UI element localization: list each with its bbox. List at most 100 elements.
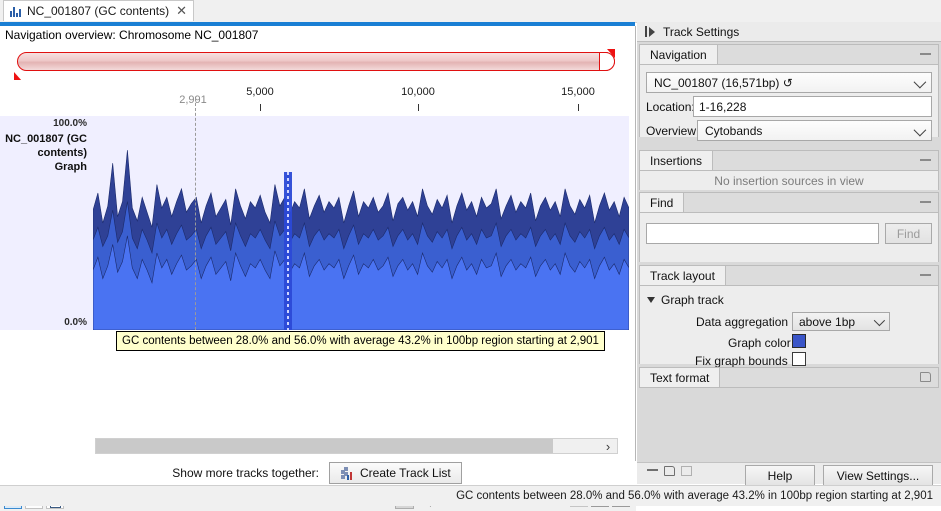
graph-track-title: NC_001807 (GC contents) Graph — [0, 132, 87, 174]
cursor-guide-line — [195, 98, 196, 330]
graph-axis-area: 100.0% NC_001807 (GC contents) Graph 0.0… — [0, 116, 93, 330]
graph-color-label: Graph color — [728, 336, 791, 350]
create-track-list-row: Show more tracks together: Create Track … — [0, 460, 634, 486]
expand-panel-icon[interactable] — [645, 26, 647, 37]
location-input[interactable]: 1-16,228 — [693, 96, 932, 117]
tab-strip: NC_001807 (GC contents) ✕ — [0, 0, 941, 23]
minimize-icon[interactable] — [920, 274, 931, 276]
cursor-dashed-marker — [287, 172, 289, 330]
graph-axis-max-label: 100.0% — [53, 118, 87, 129]
create-track-list-button[interactable]: Create Track List — [329, 462, 462, 484]
fix-graph-bounds-checkbox[interactable] — [792, 352, 806, 366]
chromosome-overview[interactable] — [0, 48, 634, 78]
graph-track-panel: 100.0% NC_001807 (GC contents) Graph 0.0… — [0, 116, 629, 330]
data-aggregation-value: above 1bp — [799, 315, 855, 329]
track-settings-header: Track Settings — [637, 22, 941, 42]
chromosome-select[interactable]: NC_001807 (16,571bp) ↺ — [646, 72, 932, 93]
horizontal-scrollbar-thumb[interactable] — [96, 439, 553, 453]
minimize-icon[interactable] — [920, 53, 931, 55]
create-track-list-button-label: Create Track List — [360, 466, 451, 480]
status-bar: GC contents between 28.0% and 56.0% with… — [0, 485, 941, 506]
show-more-tracks-label: Show more tracks together: — [172, 466, 319, 480]
selection-marker-right-icon[interactable] — [607, 49, 615, 58]
overview-select[interactable]: Cytobands — [697, 120, 932, 141]
section-navigation-title: Navigation — [640, 45, 718, 64]
minimize-icon[interactable] — [920, 201, 931, 203]
section-find-header[interactable]: Find — [640, 193, 938, 213]
triangle-down-icon — [647, 297, 655, 303]
fix-graph-bounds-label: Fix graph bounds — [695, 354, 788, 368]
section-find-title: Find — [640, 193, 684, 212]
section-insertions-title: Insertions — [640, 151, 713, 170]
track-list-icon — [340, 467, 354, 480]
gc-content-plot[interactable] — [93, 116, 629, 330]
help-button[interactable]: Help — [745, 465, 815, 486]
graph-track-group-toggle[interactable]: Graph track — [647, 293, 724, 307]
section-text-format-header[interactable]: Text format — [640, 368, 938, 388]
tab-label: NC_001807 (GC contents) — [27, 4, 169, 18]
chevron-down-icon — [874, 315, 885, 326]
section-navigation-header[interactable]: Navigation — [640, 45, 938, 65]
chevron-down-icon — [914, 76, 927, 89]
section-track-layout-title: Track layout — [640, 266, 726, 285]
cursor-position-label: 2,991 — [179, 94, 207, 106]
horizontal-scrollbar[interactable] — [95, 438, 618, 454]
graph-track-title-line2: contents) — [0, 146, 87, 160]
tab-nc001807-gc-contents[interactable]: NC_001807 (GC contents) ✕ — [3, 0, 194, 21]
graph-color-swatch[interactable] — [792, 334, 806, 348]
section-insertions: Insertions No insertion sources in view — [639, 150, 939, 190]
track-settings-panel: Track Settings Navigation NC_001807 (16,… — [637, 22, 941, 484]
ruler-tick-mark — [260, 104, 261, 111]
data-aggregation-label: Data aggregation — [696, 315, 788, 329]
gc-content-chart — [93, 116, 629, 330]
graph-track-title-line1: NC_001807 (GC — [0, 132, 87, 146]
close-icon[interactable]: ✕ — [176, 6, 187, 16]
chromosome-bar[interactable] — [17, 52, 615, 71]
ruler-tick-label: 5,000 — [246, 86, 274, 98]
ruler-tick-mark — [578, 104, 579, 111]
scroll-right-button[interactable]: › — [601, 437, 615, 455]
chevron-down-icon — [914, 124, 927, 137]
restore-all-icon[interactable] — [664, 466, 675, 476]
section-insertions-header[interactable]: Insertions — [640, 151, 938, 171]
minimize-icon[interactable] — [920, 159, 931, 161]
section-track-layout-body: Graph track Data aggregation above 1bp G… — [640, 286, 938, 364]
find-input[interactable] — [646, 223, 879, 244]
location-label: Location: — [646, 100, 695, 114]
location-input-value: 1-16,228 — [699, 100, 746, 114]
navigation-overview-label: Navigation overview: Chromosome NC_00180… — [5, 28, 258, 42]
section-text-format-title: Text format — [640, 368, 720, 387]
expand-all-icon[interactable] — [681, 466, 692, 476]
section-track-layout-header[interactable]: Track layout — [640, 266, 938, 286]
overview-label: Overview — [646, 124, 696, 138]
no-insertion-sources-message: No insertion sources in view — [714, 174, 863, 188]
section-find: Find Find — [639, 192, 939, 262]
section-find-body: Find — [640, 213, 938, 262]
bar-chart-icon — [10, 6, 22, 17]
expand-panel-arrow-icon[interactable] — [649, 27, 655, 37]
graph-track-title-line3: Graph — [0, 160, 87, 174]
section-navigation-body: NC_001807 (16,571bp) ↺ Location: 1-16,22… — [640, 65, 938, 137]
graph-track-group-label: Graph track — [661, 293, 724, 307]
ruler-tick-label: 10,000 — [401, 86, 435, 98]
ruler-tick-mark — [418, 104, 419, 111]
data-aggregation-select[interactable]: above 1bp — [792, 312, 890, 331]
graph-axis-min-label: 0.0% — [64, 317, 87, 328]
section-text-format: Text format — [639, 367, 939, 388]
section-insertions-body: No insertion sources in view — [640, 171, 938, 190]
restore-panel-icon[interactable] — [920, 372, 931, 382]
ruler-tick-label: 15,000 — [561, 86, 595, 98]
track-viewer-window: NC_001807 (GC contents) ✕ Navigation ove… — [0, 0, 941, 506]
collapse-all-icon[interactable] — [647, 469, 658, 471]
section-track-layout: Track layout Graph track Data aggregatio… — [639, 265, 939, 364]
chromosome-select-value: NC_001807 (16,571bp) ↺ — [654, 76, 793, 90]
view-settings-button[interactable]: View Settings... — [823, 465, 933, 486]
find-button[interactable]: Find — [885, 223, 932, 244]
track-view-area: Navigation overview: Chromosome NC_00180… — [0, 26, 636, 461]
section-navigation: Navigation NC_001807 (16,571bp) ↺ Locati… — [639, 44, 939, 137]
position-ruler[interactable]: 5,000 10,000 15,000 2,991 — [0, 80, 634, 116]
track-settings-footer: Help View Settings... — [637, 462, 941, 484]
overview-select-value: Cytobands — [705, 124, 762, 138]
graph-tooltip: GC contents between 28.0% and 56.0% with… — [116, 331, 605, 351]
track-settings-title: Track Settings — [663, 25, 739, 39]
